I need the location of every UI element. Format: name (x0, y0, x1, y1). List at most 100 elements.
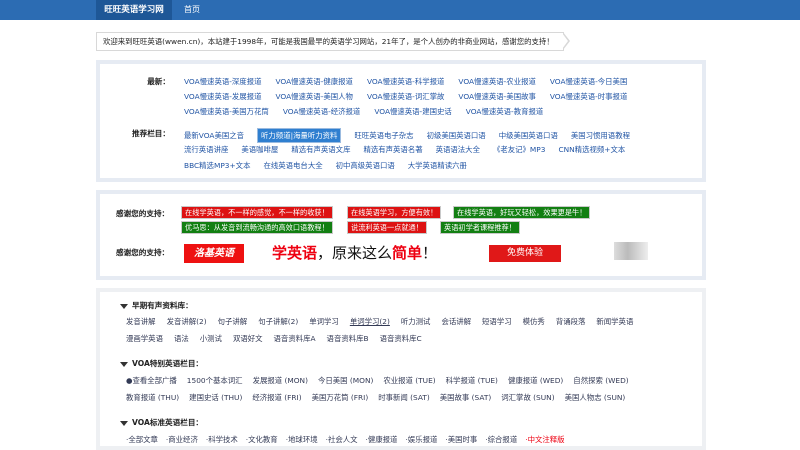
voa-special-title: VOA特别英语栏目： (120, 358, 203, 369)
recommended-link[interactable]: 精选有声英语文库 (291, 144, 350, 155)
ad-banner[interactable]: 洛基英语 学英语，原来这么简单！ 免费体验 (184, 244, 567, 263)
recommended-row: BBC精选MP3+文本 在线英语电台大全 初中高级英语口语 大学英语精读六册 (184, 160, 480, 171)
voa-special-link[interactable]: 教育报道 (THU) (126, 392, 179, 403)
recommended-link[interactable]: 听力频道|海量听力资料 (257, 128, 342, 143)
voa-special-link[interactable]: 词汇掌故 (SUN) (501, 392, 554, 403)
early-link[interactable]: 漫画学英语 (126, 333, 163, 344)
ad-free-trial-button[interactable]: 免费体验 (489, 245, 561, 262)
recommended-link[interactable]: 流行英语讲座 (184, 144, 228, 155)
support-label-1: 感谢您的支持： (116, 209, 170, 218)
early-link[interactable]: 语音资料库B (327, 333, 369, 344)
recommended-label: 推荐栏目： (132, 129, 170, 138)
voa-special-link[interactable]: 经济报道 (FRI) (252, 392, 301, 403)
voa-special-link[interactable]: 自然探索 (WED) (573, 375, 628, 386)
voa-standard-link[interactable]: ·社会人文 (326, 434, 358, 445)
latest-link[interactable]: VOA慢速英语-美国万花筒 (184, 106, 269, 117)
latest-link[interactable]: VOA慢速英语-科学报道 (367, 76, 444, 87)
early-link[interactable]: 语音资料库C (380, 333, 422, 344)
early-link[interactable]: 会话讲解 (441, 316, 471, 327)
triangle-down-icon (120, 303, 128, 309)
recommended-link[interactable]: 《老友记》MP3 (493, 144, 546, 155)
voa-standard-link[interactable]: ·综合报道 (485, 434, 517, 445)
recommended-link[interactable]: 美语咖啡屋 (241, 144, 278, 155)
latest-link[interactable]: VOA慢速英语-教育报道 (466, 106, 543, 117)
recommended-link[interactable]: CNN精选视频+文本 (558, 144, 625, 155)
early-link[interactable]: 双语好文 (233, 333, 263, 344)
early-link[interactable]: 短语学习 (482, 316, 512, 327)
voa-standard-link[interactable]: ·地球环境 (286, 434, 318, 445)
latest-label: 最新： (147, 77, 170, 86)
voa-special-link[interactable]: 今日美国 (MON) (318, 375, 373, 386)
support-badge[interactable]: 说流利英语一点就通！ (347, 221, 427, 234)
voa-standard-link[interactable]: ·文化教育 (246, 434, 278, 445)
latest-link[interactable]: VOA慢速英语-农业报道 (458, 76, 535, 87)
early-link[interactable]: 发音讲解 (126, 316, 156, 327)
recommended-link[interactable]: 初中高级英语口语 (336, 160, 395, 171)
voa-special-link[interactable]: 发展报道 (MON) (253, 375, 308, 386)
recommended-link[interactable]: 旺旺英语电子杂志 (354, 130, 413, 141)
early-link[interactable]: 单词学习(2) (350, 316, 390, 327)
recommended-link[interactable]: 精选有声英语名著 (363, 144, 422, 155)
early-link[interactable]: 背诵段落 (556, 316, 586, 327)
support-badge[interactable]: 优马思：从发音到流畅沟通的高效口语教程！ (181, 221, 333, 234)
latest-link[interactable]: VOA慢速英语-健康报道 (275, 76, 352, 87)
support-label-2: 感谢您的支持： (116, 248, 170, 257)
early-link[interactable]: 句子讲解 (218, 316, 248, 327)
voa-standard-link[interactable]: ·科学技术 (206, 434, 238, 445)
early-link[interactable]: 语法 (174, 333, 189, 344)
early-row: 漫画学英语 语法 小测试 双语好文 语音资料库A 语音资料库B 语音资料库C (126, 333, 433, 344)
support-badge[interactable]: 英语初学者课程推荐！ (440, 221, 520, 234)
support-badge[interactable]: 在线英语学习，方便有效！ (347, 206, 442, 219)
support-badge[interactable]: 在线学英语，不一样的感觉，不一样的收获！ (181, 206, 333, 219)
early-link[interactable]: 句子讲解(2) (258, 316, 298, 327)
site-brand-link[interactable]: 旺旺英语学习网 (96, 0, 172, 20)
recommended-row: 流行英语讲座 美语咖啡屋 精选有声英语文库 精选有声英语名著 英语语法大全 《老友记》MP… (184, 144, 638, 155)
top-nav-bar: 旺旺英语学习网 首页 (0, 0, 800, 20)
recommended-link[interactable]: 初级美国英语口语 (427, 130, 486, 141)
early-link[interactable]: 听力测试 (401, 316, 431, 327)
voa-standard-link[interactable]: ·商业经济 (166, 434, 198, 445)
recommended-link[interactable]: 英语语法大全 (436, 144, 480, 155)
early-row: 发音讲解 发音讲解(2) 句子讲解 句子讲解(2) 单词学习 单词学习(2) 听力测试 会话讲… (126, 316, 644, 327)
recommended-link[interactable]: 大学英语精读六册 (408, 160, 467, 171)
early-link[interactable]: 模仿秀 (523, 316, 545, 327)
latest-link[interactable]: VOA慢速英语-词汇掌故 (367, 91, 444, 102)
voa-special-link[interactable]: 农业报道 (TUE) (383, 375, 435, 386)
voa-standard-link[interactable]: ·健康报道 (366, 434, 398, 445)
latest-link[interactable]: VOA慢速英语-美国人物 (275, 91, 352, 102)
voa-standard-link[interactable]: ·中文注释版 (525, 434, 564, 445)
early-link[interactable]: 单词学习 (309, 316, 339, 327)
latest-panel: 最新： VOA慢速英语-深度报道 VOA慢速英语-健康报道 VOA慢速英语-科学报道… (96, 60, 706, 182)
voa-special-link[interactable]: 1500个基本词汇 (187, 375, 243, 386)
voa-special-link[interactable]: 科学报道 (TUE) (446, 375, 498, 386)
recommended-link[interactable]: BBC精选MP3+文本 (184, 160, 250, 171)
recommended-link[interactable]: 在线英语电台大全 (263, 160, 322, 171)
voa-standard-link[interactable]: ·美国时事 (445, 434, 477, 445)
voa-special-link[interactable]: 建国史话 (THU) (189, 392, 242, 403)
voa-standard-link[interactable]: ·全部文章 (126, 434, 158, 445)
welcome-banner: 欢迎来到旺旺英语(wwen.cn)，本站建于1998年，可能是我国最早的英语学习… (96, 32, 564, 51)
early-link[interactable]: 新闻学英语 (596, 316, 633, 327)
voa-special-link[interactable]: 健康报道 (WED) (508, 375, 563, 386)
latest-link[interactable]: VOA慢速英语-发展报道 (184, 91, 261, 102)
voa-special-link[interactable]: 时事新闻 (SAT) (378, 392, 430, 403)
recommended-link[interactable]: 中级美国英语口语 (499, 130, 558, 141)
recommended-link[interactable]: 最新VOA美国之音 (184, 130, 244, 141)
voa-special-link[interactable]: 美国故事 (SAT) (440, 392, 492, 403)
voa-special-link[interactable]: 美国人物志 (SUN) (565, 392, 626, 403)
nav-home-link[interactable]: 首页 (180, 0, 204, 20)
latest-link[interactable]: VOA慢速英语-建国史话 (374, 106, 451, 117)
latest-link[interactable]: VOA慢速英语-深度报道 (184, 76, 261, 87)
support-badge[interactable]: 在线学英语，好玩又轻松，效果更是牛！ (453, 206, 591, 219)
recommended-link[interactable]: 美国习惯用语教程 (571, 130, 630, 141)
latest-link[interactable]: VOA慢速英语-美国故事 (458, 91, 535, 102)
early-link[interactable]: 语音资料库A (274, 333, 316, 344)
voa-special-link[interactable]: ●查看全部广播 (126, 375, 177, 386)
voa-special-link[interactable]: 美国万花筒 (FRI) (312, 392, 369, 403)
latest-link[interactable]: VOA慢速英语-时事报道 (550, 91, 627, 102)
early-link[interactable]: 小测试 (200, 333, 222, 344)
voa-standard-link[interactable]: ·娱乐报道 (405, 434, 437, 445)
early-link[interactable]: 发音讲解(2) (167, 316, 207, 327)
latest-link[interactable]: VOA慢速英语-经济报道 (283, 106, 360, 117)
latest-link[interactable]: VOA慢速英语-今日美国 (550, 76, 627, 87)
